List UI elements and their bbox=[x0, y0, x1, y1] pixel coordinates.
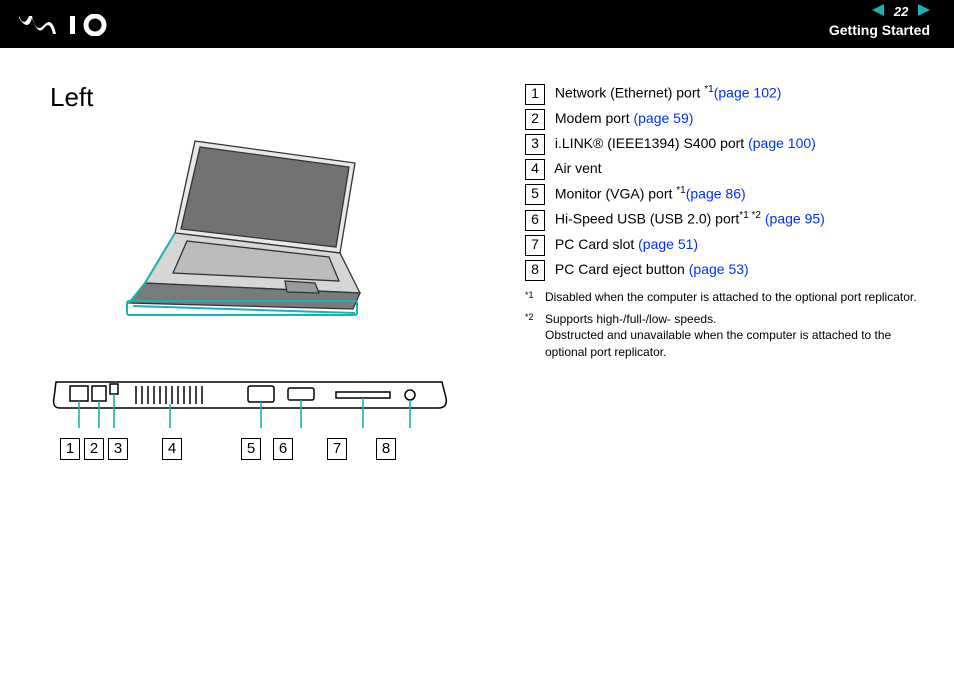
port-item: 2 Modem port (page 59) bbox=[525, 108, 920, 130]
callout-number: 5 bbox=[241, 438, 261, 460]
callout-number: 7 bbox=[327, 438, 347, 460]
page-link[interactable]: (page 95) bbox=[761, 211, 825, 227]
port-item: 8 PC Card eject button (page 53) bbox=[525, 259, 920, 281]
footnote: *2Supports high-/full-/low- speeds. Obst… bbox=[525, 311, 920, 360]
vaio-logo bbox=[18, 14, 114, 42]
port-item: 3 i.LINK® (IEEE1394) S400 port (page 100… bbox=[525, 133, 920, 155]
port-item: 6 Hi-Speed USB (USB 2.0) port*1 *2 (page… bbox=[525, 208, 920, 231]
port-item: 1 Network (Ethernet) port *1(page 102) bbox=[525, 82, 920, 105]
footnote-text: Disabled when the computer is attached t… bbox=[545, 289, 917, 305]
item-number-box: 1 bbox=[525, 84, 545, 105]
port-item: 7 PC Card slot (page 51) bbox=[525, 234, 920, 256]
item-number-box: 8 bbox=[525, 260, 545, 281]
item-number-box: 4 bbox=[525, 159, 545, 180]
callout-number: 4 bbox=[162, 438, 182, 460]
item-text: Hi-Speed USB (USB 2.0) port bbox=[551, 211, 739, 227]
page-link[interactable]: (page 53) bbox=[689, 261, 749, 277]
callout-number: 2 bbox=[84, 438, 104, 460]
footnote-text: Supports high-/full-/low- speeds. Obstru… bbox=[545, 311, 920, 360]
callout-numbers: 123 4 56 7 8 bbox=[60, 438, 400, 460]
port-item: 5 Monitor (VGA) port *1(page 86) bbox=[525, 183, 920, 206]
item-text: i.LINK® (IEEE1394) S400 port bbox=[551, 135, 748, 151]
page-link[interactable]: (page 102) bbox=[714, 85, 782, 101]
callout-number: 1 bbox=[60, 438, 80, 460]
item-number-box: 5 bbox=[525, 184, 545, 205]
item-number-box: 7 bbox=[525, 235, 545, 256]
prev-page-icon[interactable] bbox=[872, 4, 884, 16]
section-title: Getting Started bbox=[829, 22, 930, 38]
page-number: 22 bbox=[888, 4, 914, 19]
item-text: Modem port bbox=[551, 110, 633, 126]
port-item: 4 Air vent bbox=[525, 158, 920, 180]
footnote-marker: *2 bbox=[525, 311, 545, 360]
callout-number: 6 bbox=[273, 438, 293, 460]
item-text: Network (Ethernet) port bbox=[551, 85, 704, 101]
item-text: PC Card slot bbox=[551, 236, 638, 252]
page-title: Left bbox=[50, 82, 470, 113]
header-bar: 22 Getting Started bbox=[0, 0, 954, 48]
page-link[interactable]: (page 86) bbox=[686, 185, 746, 201]
page-link[interactable]: (page 59) bbox=[633, 110, 693, 126]
footnote: *1Disabled when the computer is attached… bbox=[525, 289, 920, 305]
item-superscript: *1 bbox=[676, 185, 685, 196]
port-list: 1 Network (Ethernet) port *1(page 102)2 … bbox=[525, 82, 920, 473]
item-text: Air vent bbox=[551, 160, 602, 176]
page-link[interactable]: (page 100) bbox=[748, 135, 816, 151]
pager: 22 bbox=[829, 4, 930, 19]
next-page-icon[interactable] bbox=[918, 4, 930, 16]
item-number-box: 6 bbox=[525, 210, 545, 231]
device-illustration: 123 4 56 7 8 bbox=[50, 133, 450, 473]
callout-number: 3 bbox=[108, 438, 128, 460]
item-superscript: *1 bbox=[704, 84, 713, 95]
footnote-marker: *1 bbox=[525, 289, 545, 305]
page-link[interactable]: (page 51) bbox=[638, 236, 698, 252]
item-superscript: *1 *2 bbox=[739, 210, 761, 221]
item-text: Monitor (VGA) port bbox=[551, 185, 676, 201]
item-text: PC Card eject button bbox=[551, 261, 689, 277]
callout-number: 8 bbox=[376, 438, 396, 460]
item-number-box: 3 bbox=[525, 134, 545, 155]
item-number-box: 2 bbox=[525, 109, 545, 130]
